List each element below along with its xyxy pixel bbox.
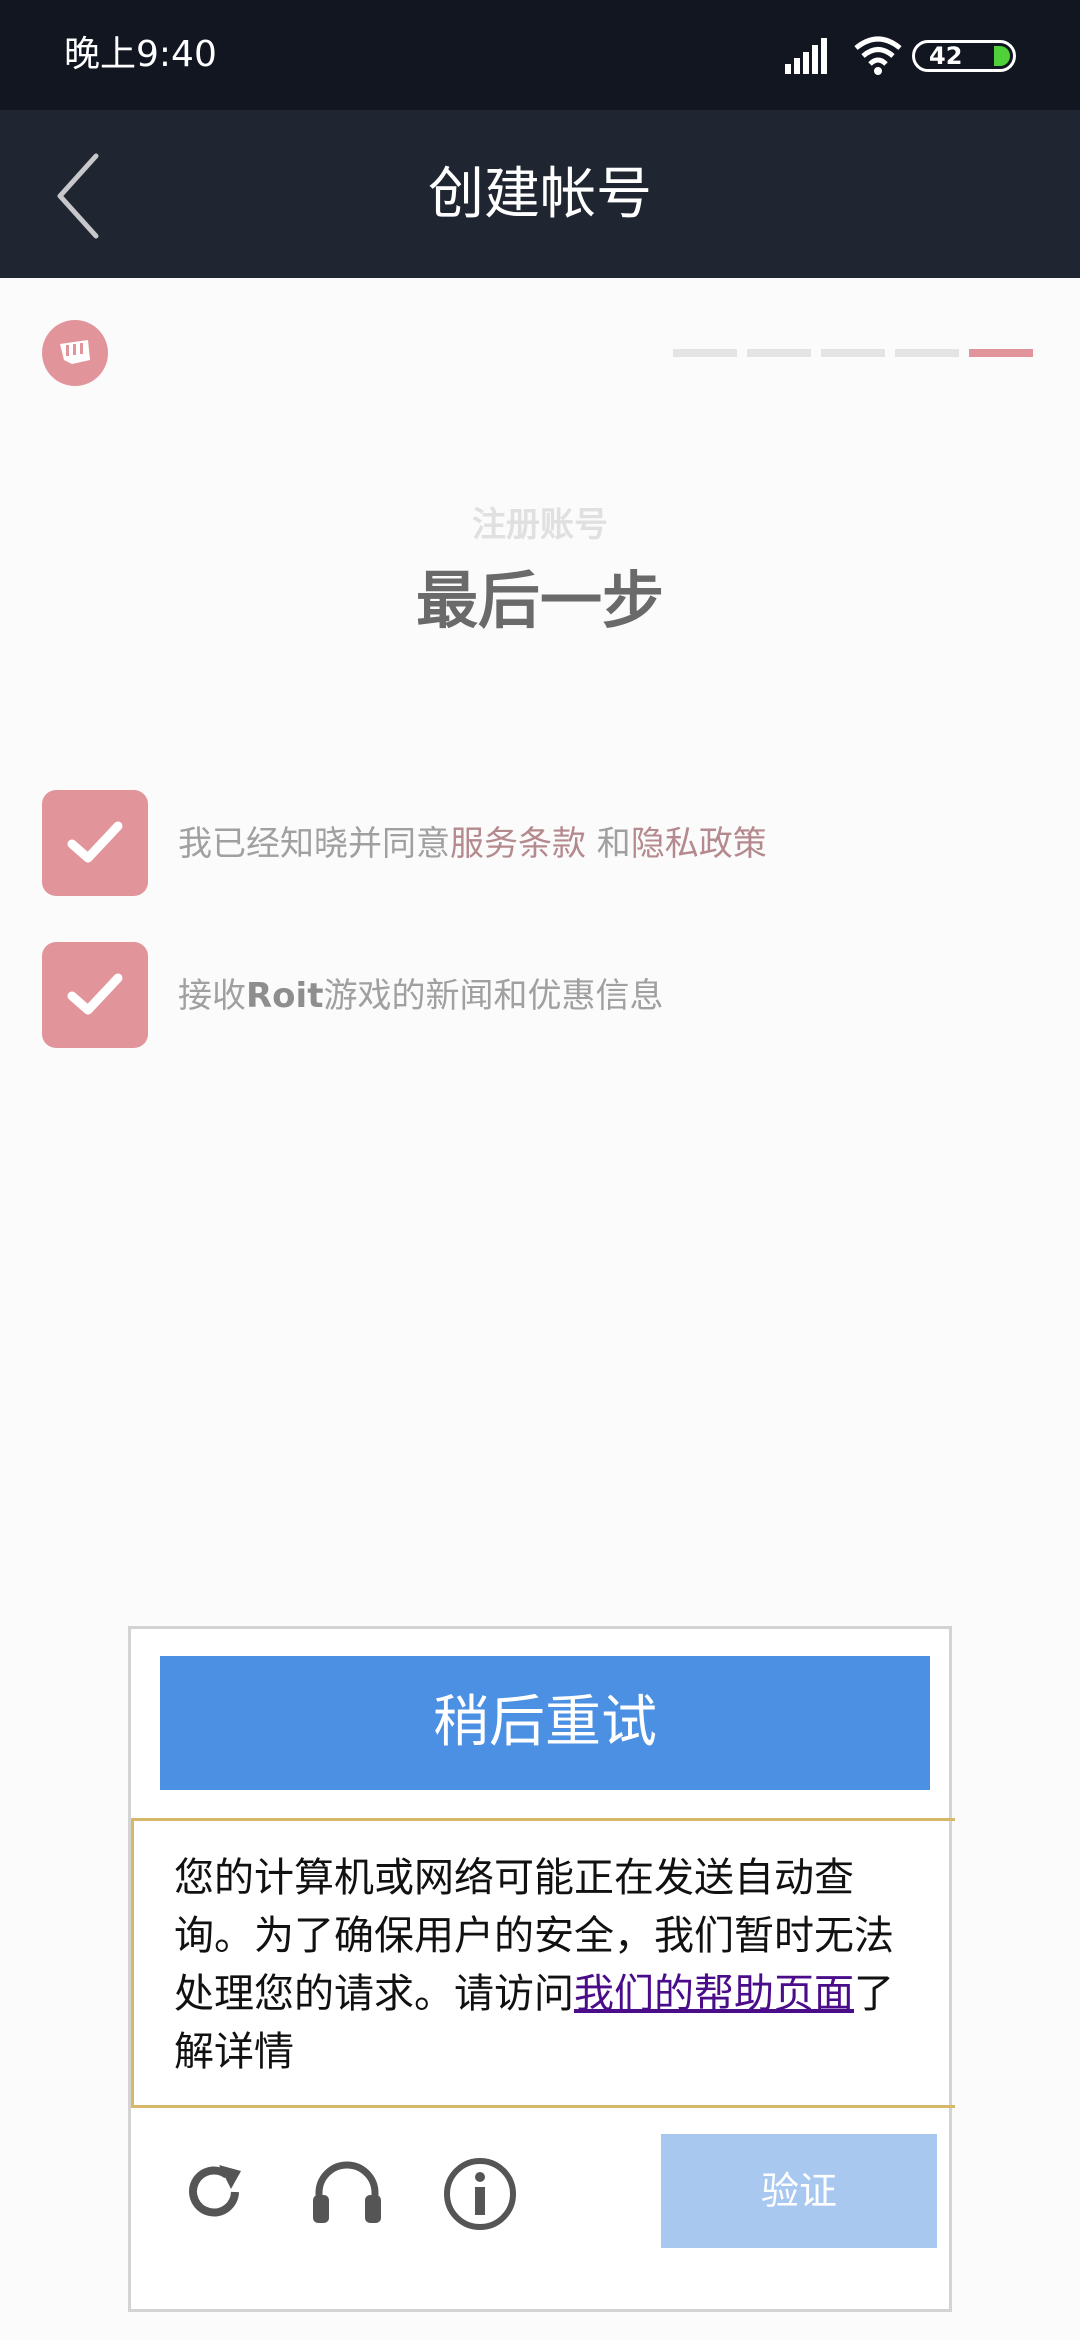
headphones-icon[interactable] [309, 2157, 385, 2227]
battery-icon: 42 [912, 40, 1016, 72]
fist-icon [60, 340, 90, 364]
riot-logo [42, 320, 108, 386]
section-title: 最后一步 [415, 564, 664, 637]
news-brand: Roit [246, 976, 324, 1016]
news-prefix: 接收 [178, 976, 246, 1016]
progress-step [673, 349, 737, 357]
terms-prefix: 我已经知晓并同意 [178, 824, 450, 864]
privacy-policy-link[interactable]: 隐私政策 [631, 824, 767, 864]
captcha-dialog: 稍后重试 您的计算机或网络可能正在发送自动查询。为了确保用户的安全，我们暂时无法… [128, 1626, 955, 2312]
verify-button[interactable]: 验证 [661, 2134, 937, 2248]
status-bar: 晚上9:40 42 [0, 0, 1080, 110]
signal-icon [785, 38, 827, 74]
news-suffix: 游戏的新闻和优惠信息 [323, 976, 664, 1016]
retry-later-button[interactable]: 稍后重试 [160, 1656, 930, 1790]
battery-fill [994, 46, 1010, 66]
checkmark-icon [67, 973, 123, 1015]
checkmark-icon [67, 821, 123, 863]
app-header: 创建帐号 [0, 110, 1080, 278]
section-subtitle: 注册账号 [472, 505, 608, 545]
progress-step [895, 349, 959, 357]
wifi-icon [854, 36, 902, 75]
battery-level: 42 [929, 42, 963, 70]
terms-and: 和 [586, 824, 631, 864]
news-checkbox[interactable] [42, 942, 148, 1048]
info-icon[interactable] [443, 2157, 517, 2231]
captcha-message-text: 您的计算机或网络可能正在发送自动查询。为了确保用户的安全，我们暂时无法处理您的请… [174, 1849, 914, 2081]
help-page-link[interactable]: 我们的帮助页面 [574, 1971, 854, 2017]
terms-of-service-link[interactable]: 服务条款 [450, 824, 586, 864]
reload-icon[interactable] [179, 2157, 249, 2227]
progress-step [821, 349, 885, 357]
terms-label: 我已经知晓并同意服务条款 和隐私政策 [178, 819, 767, 869]
status-time: 晚上9:40 [64, 34, 217, 75]
captcha-error-message: 您的计算机或网络可能正在发送自动查询。为了确保用户的安全，我们暂时无法处理您的请… [131, 1818, 955, 2108]
news-label: 接收Roit游戏的新闻和优惠信息 [178, 971, 663, 1021]
progress-step-current [969, 349, 1033, 357]
progress-step [747, 349, 811, 357]
page-title: 创建帐号 [428, 162, 652, 227]
terms-checkbox[interactable] [42, 790, 148, 896]
